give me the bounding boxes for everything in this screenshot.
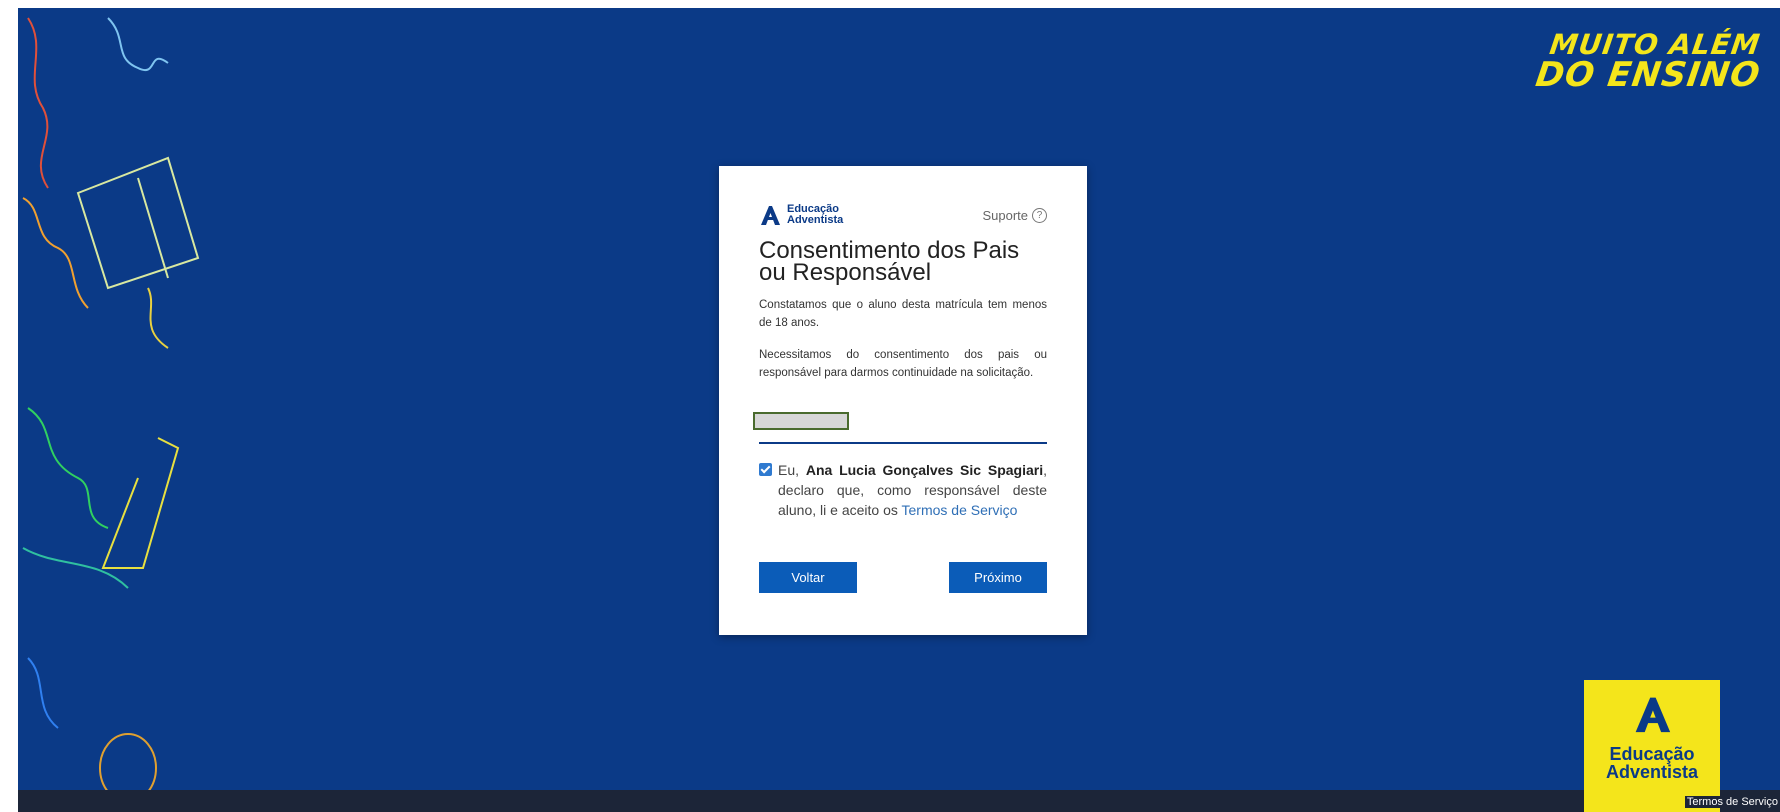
help-icon: ? xyxy=(1032,207,1047,223)
decorative-splash-art xyxy=(22,17,200,803)
next-button[interactable]: Próximo xyxy=(949,562,1047,593)
info-paragraph-1: Constatamos que o aluno desta matrícula … xyxy=(759,299,1047,329)
bottom-bar xyxy=(18,790,1780,812)
logo-line-2: Adventista xyxy=(1605,762,1699,782)
brand-logo: Educação Adventista xyxy=(759,204,843,226)
terms-link[interactable]: Termos de Serviço xyxy=(902,502,1018,518)
info-paragraph-2: Necessitamos do consentimento dos pais o… xyxy=(759,349,1047,379)
adventist-education-logo: Educação Adventista xyxy=(1584,680,1720,812)
logo-line-1: Educação xyxy=(1609,744,1695,764)
back-button[interactable]: Voltar xyxy=(759,562,857,593)
consent-prefix: Eu, xyxy=(778,462,806,478)
adventist-a-icon xyxy=(761,206,780,225)
guardian-name: Ana Lucia Gonçalves Sic Spagiari xyxy=(805,462,1044,478)
consent-checkbox[interactable] xyxy=(759,463,772,476)
support-label: Suporte xyxy=(982,207,1028,223)
footer-terms-link[interactable]: Termos de Serviço xyxy=(1684,796,1780,808)
slogan-line-2: DO ENSINO xyxy=(1533,55,1763,95)
adventist-a-icon xyxy=(1635,697,1671,733)
consent-row: Eu, Ana Lucia Gonçalves Sic Spagiari, de… xyxy=(759,460,1047,520)
input-row xyxy=(753,412,1047,444)
page-background: MUITO ALÉM DO ENSINO Educação Adventista… xyxy=(18,8,1780,812)
brand-line-2: Adventista xyxy=(787,214,844,226)
page-title: Consentimento dos Pais ou Responsável xyxy=(759,237,1020,286)
support-link[interactable]: Suporte ? xyxy=(982,207,1047,223)
slogan-logo: MUITO ALÉM DO ENSINO xyxy=(1533,28,1763,95)
redacted-input-field[interactable] xyxy=(753,412,849,430)
consent-text: Eu, Ana Lucia Gonçalves Sic Spagiari, de… xyxy=(778,460,1047,520)
consent-card: Educação Adventista Suporte ? Consentime… xyxy=(719,166,1087,635)
